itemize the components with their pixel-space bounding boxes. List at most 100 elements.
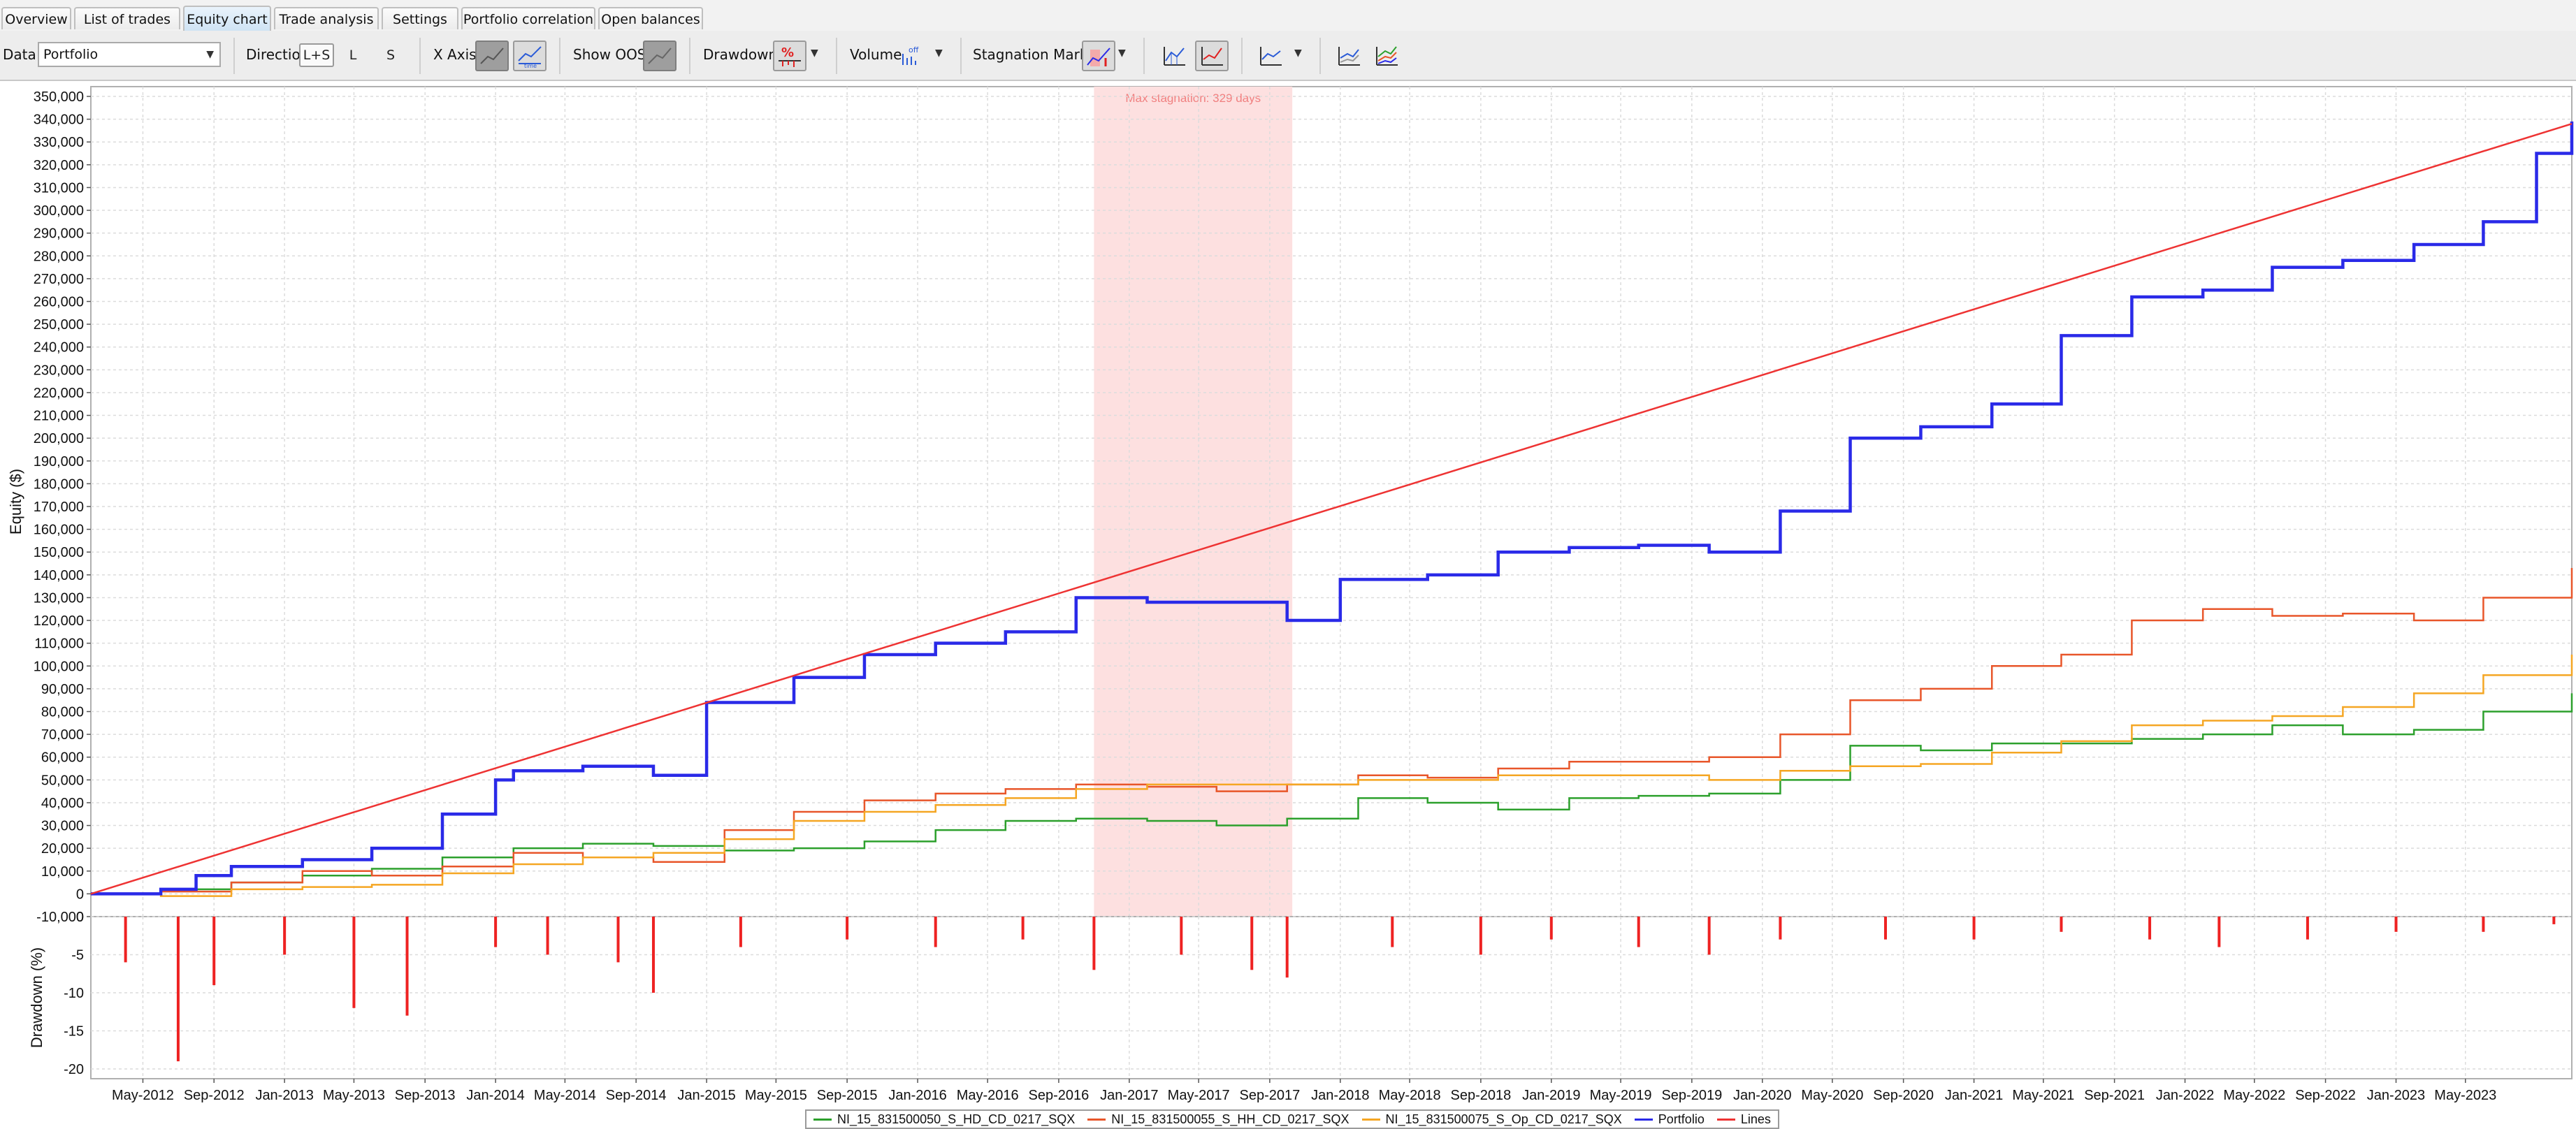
drawdown-bar	[1972, 917, 1976, 940]
x-tick-label: Sep-2021	[2084, 1088, 2145, 1103]
x-tick-label: Jan-2020	[1733, 1088, 1791, 1103]
data-select[interactable]: Portfolio ▼	[38, 42, 221, 67]
drawdown-bar	[2060, 917, 2063, 932]
chart-style-button-2[interactable]	[1195, 41, 1229, 71]
y-tick-label: 50,000	[41, 773, 84, 788]
chevron-down-icon[interactable]: ▼	[811, 48, 818, 59]
chart-style-button-1[interactable]	[1157, 41, 1191, 71]
y-tick-label: 270,000	[34, 272, 84, 287]
drawdown-label: Drawdown	[703, 46, 778, 63]
chart-toolbar: Data Portfolio ▼ Direction L+S L S X Axi…	[0, 31, 2576, 81]
legend-label: Portfolio	[1658, 1112, 1705, 1126]
data-select-value: Portfolio	[43, 47, 99, 62]
drawdown-plot-frame	[90, 916, 2573, 1079]
drawdown-tick-label: -5	[71, 948, 84, 963]
drawdown-button[interactable]: %	[773, 41, 806, 71]
chevron-down-icon[interactable]: ▼	[1294, 48, 1302, 59]
drawdown-bar	[616, 917, 620, 963]
x-tick-label: Jan-2021	[1945, 1088, 2003, 1103]
drawdown-tick-label: 0	[76, 910, 84, 925]
drawdown-bar	[352, 917, 356, 1008]
x-tick-label: Sep-2017	[1240, 1088, 1301, 1103]
x-tick-label: May-2014	[534, 1088, 596, 1103]
tab-portfolio-correlation[interactable]: Portfolio correlation	[461, 7, 595, 29]
drawdown-bar	[1779, 917, 1782, 940]
y-tick-label: 280,000	[34, 249, 84, 264]
y-tick-label: 170,000	[34, 500, 84, 515]
drawdown-bar	[494, 917, 498, 947]
svg-text:%: %	[781, 45, 794, 60]
drawdown-bar	[283, 917, 287, 955]
y-tick-label: 90,000	[41, 682, 84, 697]
compare-chart-button[interactable]	[1332, 41, 1366, 71]
legend-item: Lines	[1716, 1112, 1771, 1127]
y-tick-label: 80,000	[41, 705, 84, 720]
chart-legend: NI_15_831500050_S_HD_CD_0217_SQX NI_15_83…	[805, 1109, 1779, 1129]
volume-button[interactable]: off	[895, 41, 928, 71]
y-tick-label: 210,000	[34, 409, 84, 424]
drawdown-bar	[739, 917, 742, 947]
x-tick-label: May-2020	[1801, 1088, 1863, 1103]
direction-short-button[interactable]: S	[380, 43, 401, 67]
tab-bar: Overview List of trades Equity chart Tra…	[0, 0, 2576, 32]
x-tick-label: Sep-2016	[1029, 1088, 1090, 1103]
trades-axis-icon	[480, 48, 504, 64]
stagnation-marker-button[interactable]	[1082, 41, 1115, 71]
legend-item: NI_15_831500075_S_Op_CD_0217_SQX	[1361, 1112, 1622, 1127]
x-axis-time-button[interactable]: time	[513, 41, 547, 71]
drawdown-bar	[2552, 917, 2556, 924]
x-tick-label: Jan-2016	[888, 1088, 946, 1103]
x-tick-label: Jan-2017	[1100, 1088, 1158, 1103]
y-tick-label: 120,000	[34, 613, 84, 629]
tab-list-of-trades[interactable]: List of trades	[74, 7, 180, 29]
chevron-down-icon: ▼	[206, 49, 214, 60]
y-tick-label: 20,000	[41, 841, 84, 857]
line-chart-icon	[1338, 47, 1360, 66]
drawdown-bar	[1479, 917, 1482, 955]
legend-label: NI_15_831500050_S_HD_CD_0217_SQX	[837, 1112, 1076, 1126]
y-tick-label: 10,000	[41, 864, 84, 880]
legend-label: Lines	[1740, 1112, 1771, 1126]
separator	[419, 38, 421, 74]
tab-equity-chart[interactable]: Equity chart	[183, 6, 271, 31]
tab-settings[interactable]: Settings	[382, 7, 458, 29]
y-tick-label: 300,000	[34, 203, 84, 219]
x-tick-label: Sep-2014	[606, 1088, 667, 1103]
chart-type-button[interactable]	[1254, 41, 1287, 71]
tab-overview[interactable]: Overview	[1, 7, 71, 29]
drawdown-bar	[1549, 917, 1553, 940]
x-axis-trades-button[interactable]	[475, 41, 509, 71]
direction-long-button[interactable]: L	[342, 43, 363, 67]
show-oos-label: Show OOS	[573, 46, 646, 63]
legend-item: Portfolio	[1634, 1112, 1705, 1127]
tab-trade-analysis[interactable]: Trade analysis	[274, 7, 379, 29]
y-tick-label: 330,000	[34, 135, 84, 150]
legend-swatch	[1716, 1118, 1735, 1121]
multi-series-chart-button[interactable]	[1370, 41, 1403, 71]
x-tick-label: Sep-2015	[817, 1088, 878, 1103]
y-tick-label: 150,000	[34, 545, 84, 560]
equity-plot-frame	[90, 86, 2573, 917]
y-tick-label: 130,000	[34, 590, 84, 606]
x-tick-label: Sep-2018	[1450, 1088, 1511, 1103]
x-tick-label: Jan-2015	[677, 1088, 735, 1103]
stagnation-annotation: Max stagnation: 329 days	[1125, 92, 1261, 105]
separator	[559, 38, 560, 74]
drawdown-bar	[2148, 917, 2152, 940]
y-tick-label: 140,000	[34, 568, 84, 583]
drawdown-bar	[212, 917, 216, 986]
drawdown-bar	[1637, 917, 1640, 947]
svg-text:time: time	[524, 63, 537, 68]
y-tick-label: 290,000	[34, 226, 84, 242]
x-tick-label: May-2013	[323, 1088, 385, 1103]
legend-swatch	[1634, 1118, 1653, 1121]
x-tick-label: May-2021	[2012, 1088, 2074, 1103]
chevron-down-icon[interactable]: ▼	[1118, 48, 1126, 59]
y-tick-label: 160,000	[34, 523, 84, 538]
drawdown-bar	[934, 917, 937, 947]
tab-open-balances[interactable]: Open balances	[598, 7, 703, 29]
chevron-down-icon[interactable]: ▼	[935, 48, 943, 59]
direction-long-short-button[interactable]: L+S	[299, 43, 334, 67]
show-oos-button[interactable]	[643, 41, 676, 71]
legend-swatch	[813, 1118, 832, 1121]
